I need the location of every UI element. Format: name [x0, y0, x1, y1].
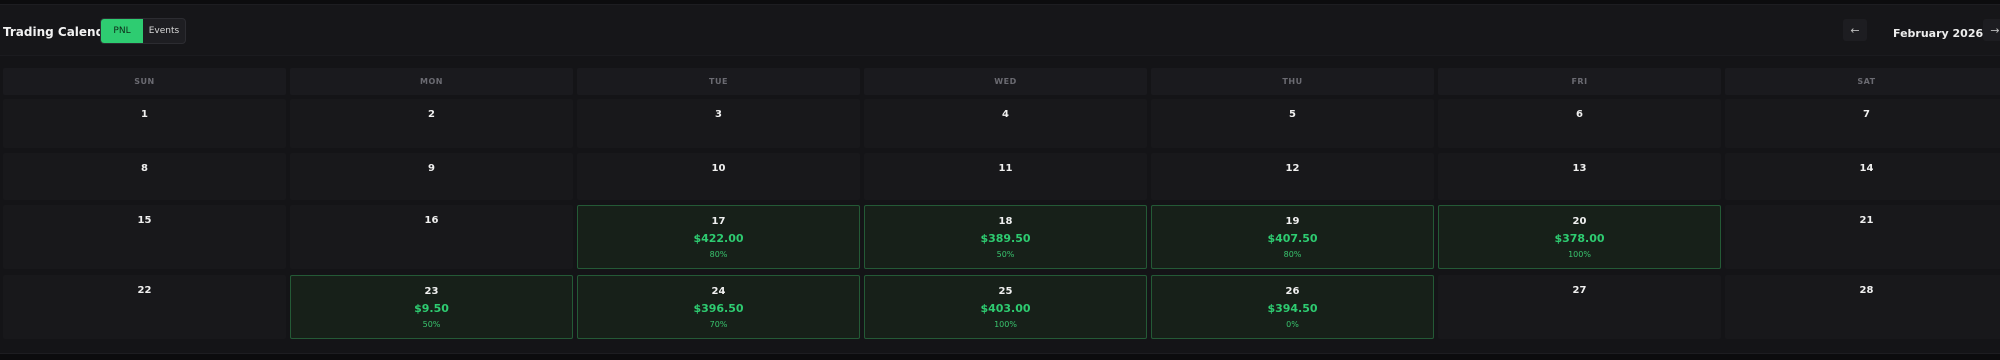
day-number: 23 — [424, 286, 439, 297]
day-number: 26 — [1285, 286, 1300, 297]
calendar-day-14[interactable]: 14 — [1725, 153, 2000, 200]
calendar-day-11[interactable]: 11 — [864, 153, 1147, 200]
calendar-day-20[interactable]: 20 $378.00 100% — [1438, 205, 1721, 269]
day-number: 22 — [137, 285, 152, 296]
day-number: 20 — [1572, 216, 1587, 227]
calendar-day-24[interactable]: 24 $396.50 70% — [577, 275, 860, 339]
calendar-day-5[interactable]: 5 — [1151, 99, 1434, 148]
day-number: 1 — [141, 109, 148, 120]
calendar-day-2[interactable]: 2 — [290, 99, 573, 148]
calendar-day-19[interactable]: 19 $407.50 80% — [1151, 205, 1434, 269]
day-pnl-value: $394.50 — [1267, 302, 1318, 315]
calendar-day-4[interactable]: 4 — [864, 99, 1147, 148]
day-number: 10 — [711, 163, 726, 174]
day-number: 5 — [1289, 109, 1296, 120]
day-pnl-value: $403.00 — [980, 302, 1031, 315]
day-number: 11 — [998, 163, 1013, 174]
day-number: 3 — [715, 109, 722, 120]
day-number: 18 — [998, 216, 1013, 227]
calendar-day-28[interactable]: 28 — [1725, 275, 2000, 339]
calendar-day-6[interactable]: 6 — [1438, 99, 1721, 148]
weekday-header-sat: SAT — [1725, 68, 2000, 95]
day-number: 15 — [137, 215, 152, 226]
calendar-day-10[interactable]: 10 — [577, 153, 860, 200]
day-number: 12 — [1285, 163, 1300, 174]
day-pnl-value: $407.50 — [1267, 232, 1318, 245]
day-number: 19 — [1285, 216, 1300, 227]
day-pnl-value: $396.50 — [693, 302, 744, 315]
calendar-panel: Trading Calendar PNL Events ← February 2… — [0, 4, 2000, 354]
weekday-header-wed: WED — [864, 68, 1147, 95]
day-number: 21 — [1859, 215, 1874, 226]
calendar-day-12[interactable]: 12 — [1151, 153, 1434, 200]
weekday-header-sun: SUN — [3, 68, 286, 95]
calendar-day-22[interactable]: 22 — [3, 275, 286, 339]
day-win-rate: 70% — [709, 320, 728, 329]
weekday-header-tue: TUE — [577, 68, 860, 95]
calendar-day-27[interactable]: 27 — [1438, 275, 1721, 339]
day-pnl-value: $378.00 — [1554, 232, 1605, 245]
day-win-rate: 80% — [1283, 250, 1302, 259]
day-number: 13 — [1572, 163, 1587, 174]
calendar-day-1[interactable]: 1 — [3, 99, 286, 148]
calendar-day-13[interactable]: 13 — [1438, 153, 1721, 200]
weekday-header-thu: THU — [1151, 68, 1434, 95]
events-toggle-button[interactable]: Events — [143, 19, 185, 43]
day-number: 9 — [428, 163, 435, 174]
weekday-header-fri: FRI — [1438, 68, 1721, 95]
day-win-rate: 80% — [709, 250, 728, 259]
day-number: 7 — [1863, 109, 1870, 120]
day-win-rate: 100% — [1568, 250, 1591, 259]
calendar-day-23[interactable]: 23 $9.50 50% — [290, 275, 573, 339]
calendar-day-17[interactable]: 17 $422.00 80% — [577, 205, 860, 269]
calendar-day-8[interactable]: 8 — [3, 153, 286, 200]
day-number: 16 — [424, 215, 439, 226]
day-number: 25 — [998, 286, 1013, 297]
calendar-day-16[interactable]: 16 — [290, 205, 573, 269]
day-number: 27 — [1572, 285, 1587, 296]
calendar-day-15[interactable]: 15 — [3, 205, 286, 269]
day-pnl-value: $9.50 — [414, 302, 449, 315]
day-win-rate: 50% — [996, 250, 1015, 259]
pnl-toggle-button[interactable]: PNL — [101, 19, 143, 43]
day-number: 8 — [141, 163, 148, 174]
day-number: 2 — [428, 109, 435, 120]
day-number: 28 — [1859, 285, 1874, 296]
view-toggle: PNL Events — [100, 18, 186, 44]
arrow-left-icon: ← — [1850, 23, 1860, 37]
next-month-button[interactable]: → — [1983, 19, 2000, 41]
day-win-rate: 0% — [1286, 320, 1299, 329]
day-number: 24 — [711, 286, 726, 297]
day-win-rate: 50% — [422, 320, 441, 329]
prev-month-button[interactable]: ← — [1843, 19, 1867, 41]
calendar-day-18[interactable]: 18 $389.50 50% — [864, 205, 1147, 269]
day-win-rate: 100% — [994, 320, 1017, 329]
calendar-day-7[interactable]: 7 — [1725, 99, 2000, 148]
calendar-day-26[interactable]: 26 $394.50 0% — [1151, 275, 1434, 339]
calendar-day-9[interactable]: 9 — [290, 153, 573, 200]
current-month-label: February 2026 — [1893, 27, 1984, 40]
calendar-header: Trading Calendar PNL Events ← February 2… — [0, 5, 2000, 56]
arrow-right-icon: → — [1990, 23, 2000, 37]
day-number: 6 — [1576, 109, 1583, 120]
day-number: 4 — [1002, 109, 1009, 120]
day-number: 14 — [1859, 163, 1874, 174]
calendar-day-3[interactable]: 3 — [577, 99, 860, 148]
weekday-header-mon: MON — [290, 68, 573, 95]
day-number: 17 — [711, 216, 726, 227]
calendar-day-21[interactable]: 21 — [1725, 205, 2000, 269]
day-pnl-value: $389.50 — [980, 232, 1031, 245]
day-pnl-value: $422.00 — [693, 232, 744, 245]
calendar-day-25[interactable]: 25 $403.00 100% — [864, 275, 1147, 339]
